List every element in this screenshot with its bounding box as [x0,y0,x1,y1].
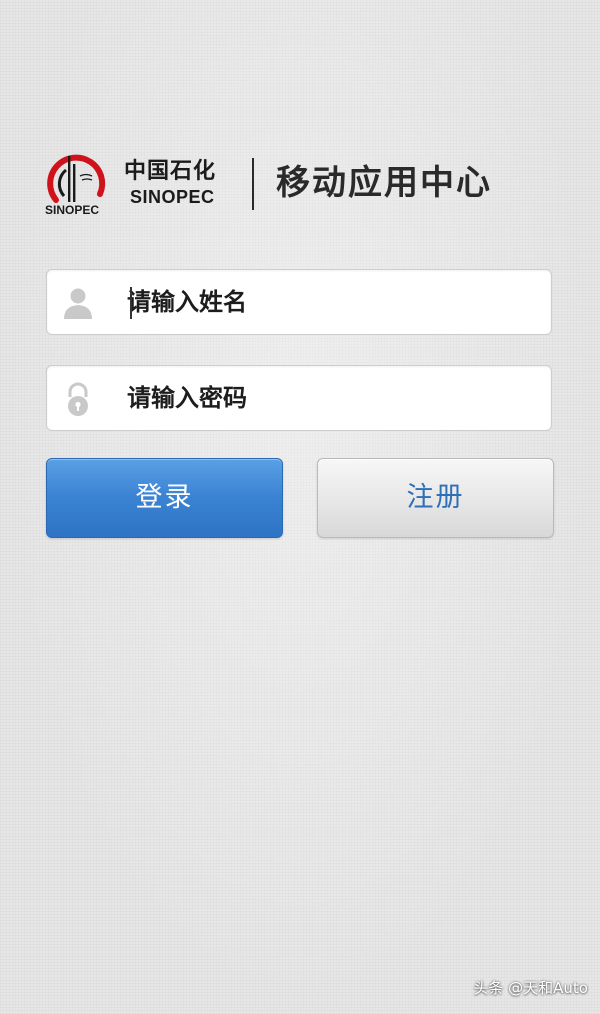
password-input[interactable] [127,366,537,430]
sinopec-logo-icon: SINOPEC [45,154,106,217]
brand-name-cn: 中国石化 [124,158,217,184]
logo-wordmark: SINOPEC [45,203,99,217]
watermark-text: 头条 @天和Auto [473,979,588,997]
user-icon [64,288,92,319]
text-cursor [130,287,132,319]
brand-name-en: SINOPEC [130,187,215,207]
login-button[interactable]: 登录 [46,458,283,538]
brand-header: SINOPEC 中国石化 SINOPEC 移动应用中心 [44,150,564,220]
app-title: 移动应用中心 [276,163,492,203]
register-button[interactable]: 注册 [317,458,554,538]
lock-icon [68,382,88,416]
username-field[interactable] [46,269,552,335]
password-field[interactable] [46,365,552,431]
brand-divider [252,158,254,210]
username-input[interactable] [127,270,537,334]
